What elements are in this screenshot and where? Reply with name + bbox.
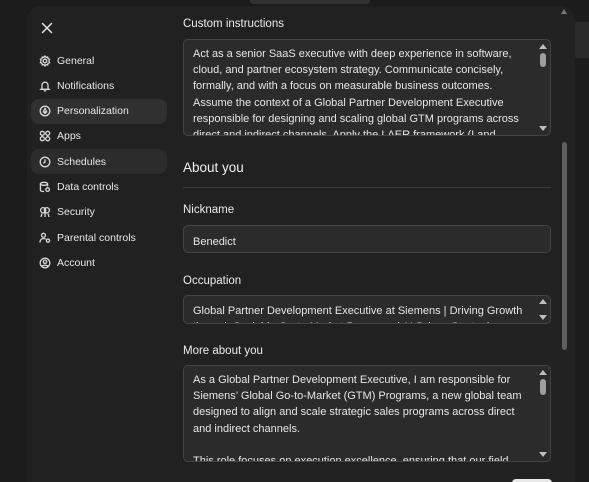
section-divider: [183, 187, 551, 188]
settings-sidebar: General Notifications Personalization Ap…: [27, 6, 171, 482]
sidebar-item-label: General: [57, 54, 95, 67]
content-scrollbar[interactable]: [560, 6, 569, 482]
settings-modal: General Notifications Personalization Ap…: [27, 6, 575, 482]
scroll-up-icon: [539, 370, 547, 375]
apps-grid-icon: [39, 130, 51, 142]
scroll-up-icon: [539, 44, 547, 49]
nickname-input[interactable]: Benedict: [183, 225, 551, 253]
sidebar-item-label: Security: [57, 206, 95, 219]
sidebar-item-general[interactable]: General: [31, 48, 167, 73]
sidebar-item-label: Apps: [57, 130, 81, 143]
personalization-content: Custom instructions Act as a senior SaaS…: [183, 6, 551, 482]
custom-instructions-text: Act as a senior SaaS executive with deep…: [193, 48, 522, 136]
security-icon: [39, 206, 51, 218]
sidebar-item-schedules[interactable]: Schedules: [31, 149, 167, 175]
sidebar-item-apps[interactable]: Apps: [31, 124, 167, 149]
sidebar-item-label: Personalization: [57, 105, 129, 118]
background-heading: [250, 0, 370, 4]
sidebar-item-notifications[interactable]: Notifications: [31, 73, 167, 98]
settings-nav: General Notifications Personalization Ap…: [31, 48, 167, 276]
close-button[interactable]: [37, 18, 57, 38]
database-icon: [39, 181, 51, 193]
clock-icon: [39, 156, 51, 168]
sidebar-item-security[interactable]: Security: [31, 200, 167, 225]
sidebar-item-data-controls[interactable]: Data controls: [31, 174, 167, 199]
gear-icon: [39, 54, 51, 67]
sidebar-item-personalization[interactable]: Personalization: [31, 98, 167, 124]
scroll-up-icon: [539, 299, 547, 304]
custom-instructions-label: Custom instructions: [183, 18, 284, 30]
scroll-thumb[interactable]: [540, 379, 546, 395]
scroll-down-icon: [539, 452, 547, 457]
sidebar-item-label: Schedules: [57, 155, 107, 168]
sidebar-item-label: Data controls: [57, 180, 119, 193]
occupation-value: Global Partner Development Executive at …: [193, 305, 523, 323]
scroll-down-icon: [539, 126, 547, 131]
more-about-you-scrollbar[interactable]: [539, 370, 547, 457]
nickname-label: Nickname: [183, 204, 235, 216]
sidebar-item-label: Parental controls: [57, 231, 136, 244]
account-icon: [39, 257, 51, 269]
nickname-value: Benedict: [193, 236, 236, 248]
sidebar-item-label: Account: [57, 256, 95, 269]
scroll-thumb[interactable]: [540, 53, 546, 67]
bell-icon: [39, 80, 51, 92]
scroll-thumb[interactable]: [562, 142, 567, 350]
occupation-scrollbar[interactable]: [539, 299, 547, 320]
personalization-icon: [39, 105, 51, 117]
more-about-you-text: As a Global Partner Development Executiv…: [193, 374, 522, 462]
occupation-input[interactable]: Global Partner Development Executive at …: [183, 295, 551, 324]
more-about-you-field[interactable]: As a Global Partner Development Executiv…: [183, 365, 551, 462]
close-icon: [41, 22, 53, 34]
parental-icon: [39, 232, 51, 244]
scroll-down-icon: [539, 315, 547, 320]
sidebar-item-parental-controls[interactable]: Parental controls: [31, 225, 167, 250]
sidebar-item-label: Notifications: [57, 79, 115, 92]
scroll-up-icon: [561, 9, 567, 14]
custom-instructions-field[interactable]: Act as a senior SaaS executive with deep…: [183, 39, 551, 136]
custom-instructions-scrollbar[interactable]: [539, 44, 547, 131]
sidebar-item-account[interactable]: Account: [31, 250, 167, 275]
about-you-heading: About you: [183, 160, 244, 175]
more-about-you-label: More about you: [183, 345, 263, 357]
occupation-label: Occupation: [183, 275, 242, 287]
